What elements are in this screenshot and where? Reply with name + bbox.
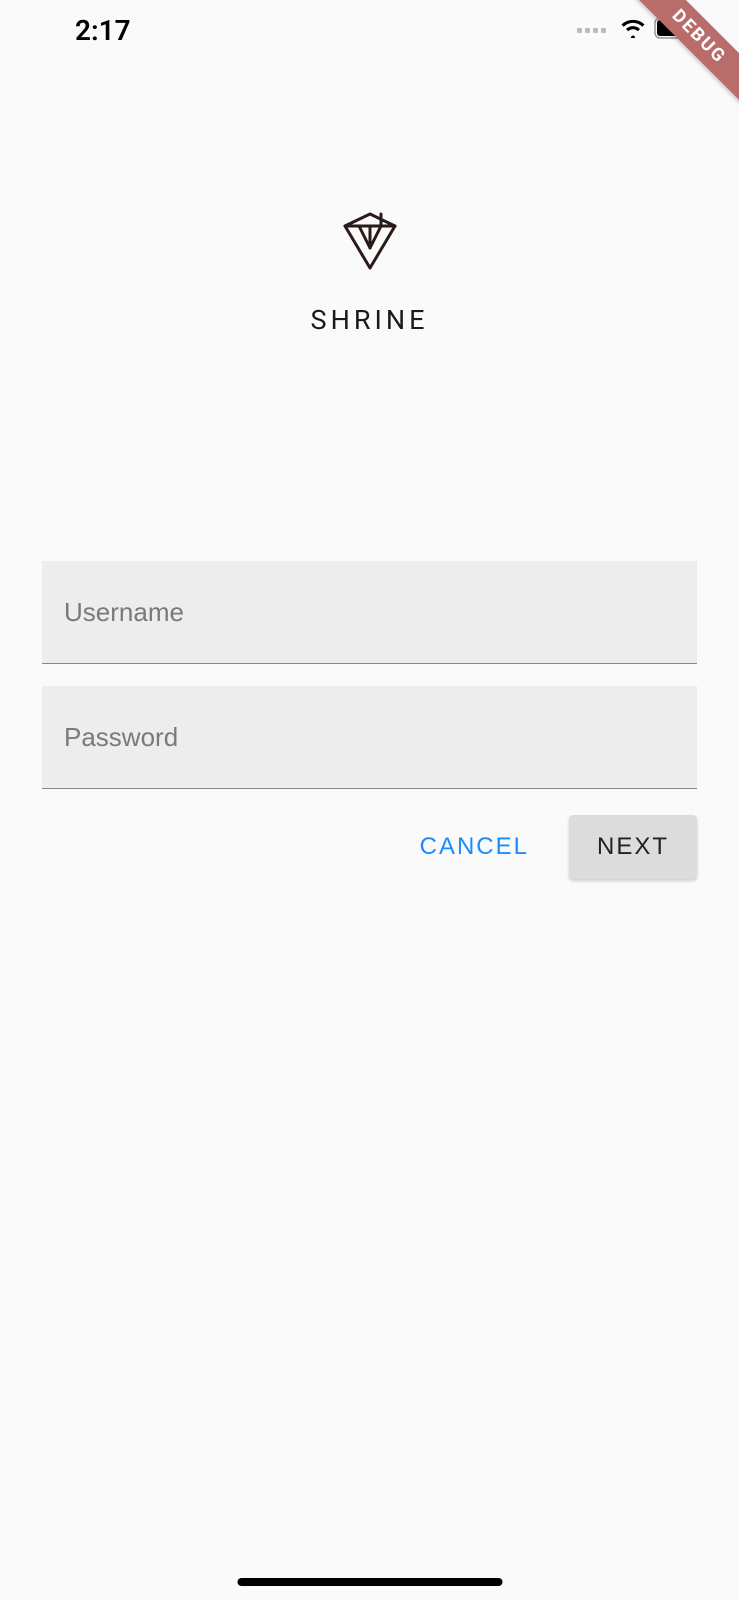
- logo-section: SHRINE: [42, 210, 697, 336]
- next-button[interactable]: NEXT: [569, 815, 697, 879]
- login-content: SHRINE CANCEL NEXT: [0, 0, 739, 879]
- brand-title: SHRINE: [311, 304, 429, 336]
- home-indicator: [237, 1578, 502, 1586]
- password-input[interactable]: [42, 686, 697, 789]
- signal-dots-icon: [577, 28, 606, 33]
- diamond-icon: [341, 210, 399, 272]
- status-bar: 2:17: [0, 0, 739, 60]
- username-input[interactable]: [42, 561, 697, 664]
- wifi-icon: [620, 18, 646, 42]
- cancel-button[interactable]: CANCEL: [396, 815, 553, 879]
- button-row: CANCEL NEXT: [42, 815, 697, 879]
- status-time: 2:17: [75, 14, 131, 47]
